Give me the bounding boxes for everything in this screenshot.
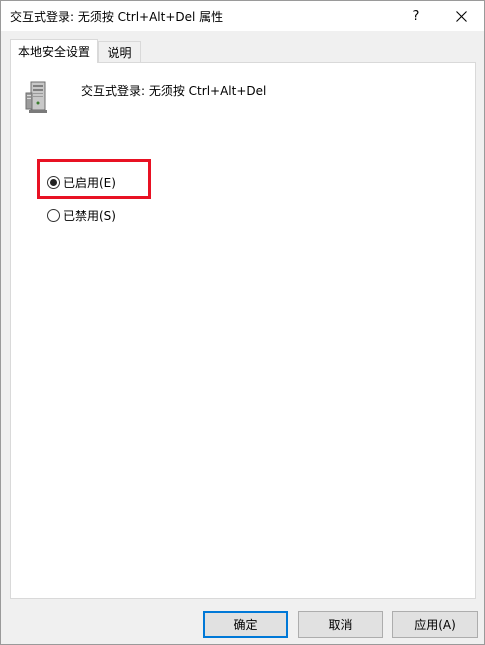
tab-local-security-setting[interactable]: 本地安全设置 [10,39,98,63]
enabled-label: 已启用(E) [63,176,116,190]
cancel-button[interactable]: 取消 [298,611,383,638]
title-bar: 交互式登录: 无须按 Ctrl+Alt+Del 属性 ? [1,1,484,31]
apply-button[interactable]: 应用(A) [392,611,478,638]
ok-button[interactable]: 确定 [203,611,288,638]
close-button[interactable] [438,1,484,31]
enabled-radio-option[interactable]: 已启用(E) [47,174,116,191]
close-icon [455,10,467,22]
policy-name: 交互式登录: 无须按 Ctrl+Alt+Del [81,84,267,98]
disabled-label: 已禁用(S) [63,209,116,223]
enabled-radio[interactable] [47,176,60,189]
window-title: 交互式登录: 无须按 Ctrl+Alt+Del 属性 [10,10,224,24]
help-button[interactable]: ? [397,1,435,31]
disabled-radio-option[interactable]: 已禁用(S) [47,207,116,224]
tab-explain[interactable]: 说明 [98,41,141,62]
disabled-radio[interactable] [47,209,60,222]
server-icon [25,81,47,113]
properties-dialog: 交互式登录: 无须按 Ctrl+Alt+Del 属性 ? 本地安全设置 说明 交… [0,0,485,645]
tab-panel: 交互式登录: 无须按 Ctrl+Alt+Del 已启用(E) 已禁用(S) [10,62,476,599]
